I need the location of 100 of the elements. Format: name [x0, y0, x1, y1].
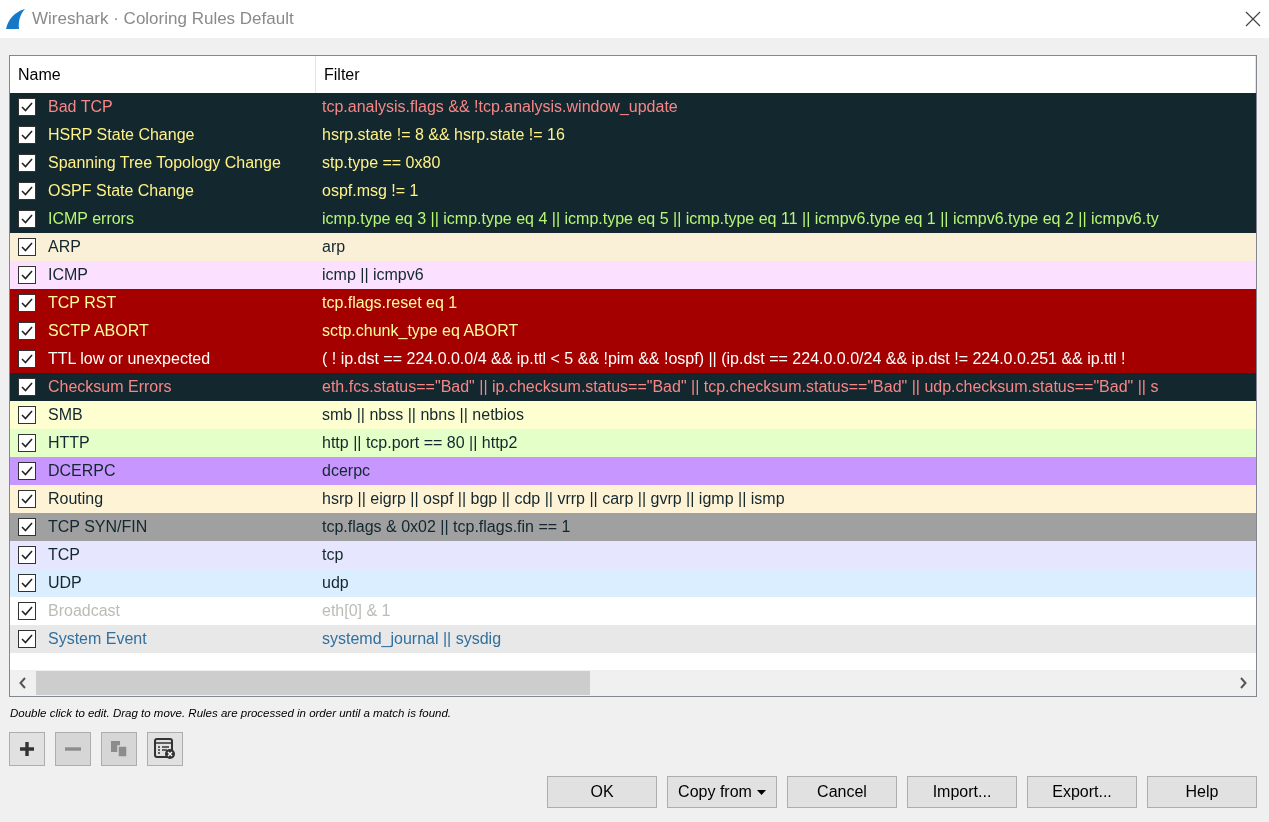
rule-row[interactable]: Checksum Errors eth.fcs.status=="Bad" || ip.checksum.status=="Bad" || tcp.checksum.status=="Bad" || udp.checksum.status=="Bad" || s	[10, 373, 1256, 401]
rule-name: ICMP	[48, 266, 88, 284]
dialog-button[interactable]: Cancel	[787, 776, 897, 808]
checkmark-icon	[21, 634, 33, 644]
checkmark-icon	[21, 382, 33, 392]
rule-name: DCERPC	[48, 462, 116, 480]
rule-name: SMB	[48, 406, 83, 424]
checkmark-icon	[21, 550, 33, 560]
rule-row[interactable]: ICMP icmp || icmpv6	[10, 261, 1256, 289]
checkbox[interactable]	[18, 434, 36, 452]
dialog-button[interactable]: OK	[547, 776, 657, 808]
rule-name: ICMP errors	[48, 210, 134, 228]
rule-name: HSRP State Change	[48, 126, 195, 144]
checkmark-icon	[21, 326, 33, 336]
checkbox[interactable]	[18, 210, 36, 228]
checkmark-icon	[21, 494, 33, 504]
rule-filter: eth[0] & 1	[321, 602, 392, 620]
rule-row[interactable]: Bad TCP tcp.analysis.flags && !tcp.analysis.window_update	[10, 93, 1256, 121]
rule-row[interactable]: TCP tcp	[10, 541, 1256, 569]
rule-row[interactable]: SMB smb || nbss || nbns || netbios	[10, 401, 1256, 429]
rule-name: Spanning Tree Topology Change	[48, 154, 281, 172]
close-icon[interactable]	[1245, 11, 1261, 27]
checkbox[interactable]	[18, 126, 36, 144]
checkbox[interactable]	[18, 462, 36, 480]
checkbox[interactable]	[18, 378, 36, 396]
checkmark-icon	[21, 214, 33, 224]
checkmark-icon	[21, 522, 33, 532]
add-button[interactable]	[9, 732, 45, 766]
rule-filter: tcp.analysis.flags && !tcp.analysis.window_update	[321, 98, 679, 116]
rule-name: UDP	[48, 574, 82, 592]
checkmark-icon	[21, 410, 33, 420]
rule-name: Bad TCP	[48, 98, 113, 116]
rule-row[interactable]: System Event systemd_journal || sysdig	[10, 625, 1256, 653]
rule-row[interactable]: OSPF State Change ospf.msg != 1	[10, 177, 1256, 205]
checkbox[interactable]	[18, 154, 36, 172]
rule-name: TCP SYN/FIN	[48, 518, 148, 536]
checkbox[interactable]	[18, 630, 36, 648]
dialog-button[interactable]: Help	[1147, 776, 1257, 808]
copy-icon	[110, 740, 128, 758]
checkbox[interactable]	[18, 490, 36, 508]
hint-text: Double click to edit. Drag to move. Rules are processed in order until a match is found.	[10, 707, 453, 719]
rule-row[interactable]: Spanning Tree Topology Change stp.type == 0x80	[10, 149, 1256, 177]
dialog-button[interactable]: Export...	[1027, 776, 1137, 808]
rule-name: SCTP ABORT	[48, 322, 149, 340]
rule-name: System Event	[48, 630, 147, 648]
rule-row[interactable]: TCP RST tcp.flags.reset eq 1	[10, 289, 1256, 317]
checkmark-icon	[21, 298, 33, 308]
checkbox[interactable]	[18, 546, 36, 564]
checkbox[interactable]	[18, 98, 36, 116]
rule-filter: eth.fcs.status=="Bad" || ip.checksum.status=="Bad" || tcp.checksum.status=="Bad" || udp.checksum.status=="Bad" || s	[321, 378, 1160, 396]
rule-filter: stp.type == 0x80	[321, 154, 442, 172]
rule-row[interactable]: HTTP http || tcp.port == 80 || http2	[10, 429, 1256, 457]
rule-row[interactable]: Routing hsrp || eigrp || ospf || bgp || cdp || vrrp || carp || gvrp || igmp || ismp	[10, 485, 1256, 513]
checkmark-icon	[21, 242, 33, 252]
checkmark-icon	[21, 186, 33, 196]
rule-name: TTL low or unexpected	[48, 350, 211, 368]
checkmark-icon	[21, 606, 33, 616]
rule-filter: smb || nbss || nbns || netbios	[321, 406, 525, 424]
rule-filter: ( ! ip.dst == 224.0.0.0/4 && ip.ttl < 5 && !pim && !ospf) || (ip.dst == 224.0.0.0/24 && ip.dst != 224.0.0.251 && ip.ttl !	[321, 350, 1127, 368]
clear-button[interactable]	[147, 732, 183, 766]
caret-icon	[756, 789, 766, 795]
rule-row[interactable]: DCERPC dcerpc	[10, 457, 1256, 485]
checkmark-icon	[21, 270, 33, 280]
checkbox[interactable]	[18, 294, 36, 312]
rule-filter: icmp.type eq 3 || icmp.type eq 4 || icmp.type eq 5 || icmp.type eq 11 || icmpv6.type eq 1 || icmpv6.type eq 2 || icmpv6.ty	[321, 210, 1160, 228]
checkbox[interactable]	[18, 518, 36, 536]
checkbox[interactable]	[18, 322, 36, 340]
rule-row[interactable]: TCP SYN/FIN tcp.flags & 0x02 || tcp.flags.fin == 1	[10, 513, 1256, 541]
dialog-button[interactable]: Copy from	[667, 776, 777, 808]
plus-icon	[19, 741, 35, 757]
checkmark-icon	[21, 466, 33, 476]
checkmark-icon	[21, 354, 33, 364]
rule-filter: hsrp.state != 8 && hsrp.state != 16	[321, 126, 566, 144]
dialog-button[interactable]: Import...	[907, 776, 1017, 808]
checkbox[interactable]	[18, 182, 36, 200]
scrollbar-thumb[interactable]	[36, 671, 590, 695]
rule-filter: dcerpc	[321, 462, 372, 480]
rule-filter: icmp || icmpv6	[321, 266, 425, 284]
rule-row[interactable]: UDP udp	[10, 569, 1256, 597]
shark-fin-logo-icon	[4, 8, 26, 30]
scroll-right-icon[interactable]	[1239, 677, 1247, 689]
rule-name: HTTP	[48, 434, 90, 452]
rule-name: Broadcast	[48, 602, 121, 620]
checkbox[interactable]	[18, 350, 36, 368]
rule-row[interactable]: ARP arp	[10, 233, 1256, 261]
checkbox[interactable]	[18, 266, 36, 284]
rule-filter: tcp.flags & 0x02 || tcp.flags.fin == 1	[321, 518, 572, 536]
checkbox[interactable]	[18, 574, 36, 592]
checkbox[interactable]	[18, 238, 36, 256]
checkbox[interactable]	[18, 602, 36, 620]
rule-filter: hsrp || eigrp || ospf || bgp || cdp || vrrp || carp || gvrp || igmp || ismp	[321, 490, 786, 508]
rule-row[interactable]: SCTP ABORT sctp.chunk_type eq ABORT	[10, 317, 1256, 345]
rule-filter: tcp.flags.reset eq 1	[321, 294, 459, 312]
rule-row[interactable]: HSRP State Change hsrp.state != 8 && hsrp.state != 16	[10, 121, 1256, 149]
rule-row[interactable]: TTL low or unexpected ( ! ip.dst == 224.0.0.0/4 && ip.ttl < 5 && !pim && !ospf) || (ip.dst == 224.0.0.0/24 && ip.dst != 224.0.0.251 && ip.ttl !	[10, 345, 1256, 373]
rule-row[interactable]: ICMP errors icmp.type eq 3 || icmp.type eq 4 || icmp.type eq 5 || icmp.type eq 11 || icmpv6.type eq 1 || icmpv6.type eq 2 || icmpv6.ty	[10, 205, 1256, 233]
rule-filter: http || tcp.port == 80 || http2	[321, 434, 519, 452]
checkbox[interactable]	[18, 406, 36, 424]
scroll-left-icon[interactable]	[19, 677, 27, 689]
rule-name: Checksum Errors	[48, 378, 172, 396]
